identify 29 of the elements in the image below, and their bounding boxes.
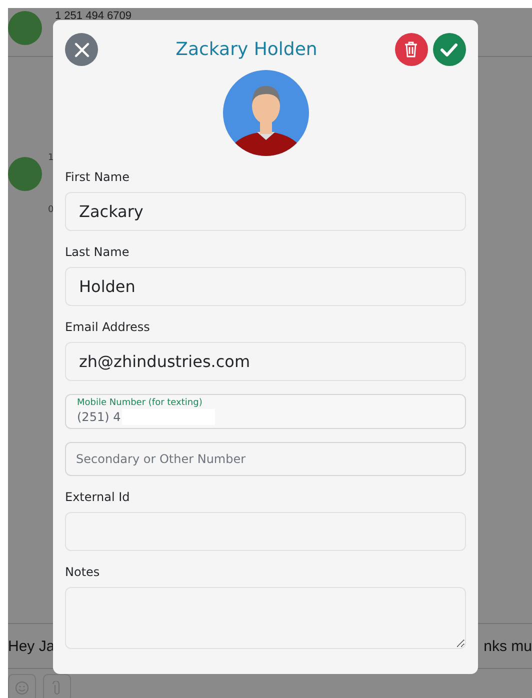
field-value: (251) 4 — [77, 409, 121, 425]
floating-label: Mobile Number (for texting) — [77, 398, 204, 409]
paperclip-icon — [52, 681, 62, 695]
contact-avatar — [8, 11, 42, 45]
emoji-button[interactable] — [8, 674, 36, 698]
dialog-title: Zackary Holden — [176, 39, 318, 60]
field-label: External Id — [65, 490, 131, 504]
contact-phone: 1 251 494 6709 — [55, 11, 132, 22]
input-field[interactable]: Mobile Number (for texting) (251) 4 — [65, 394, 466, 429]
message-text: nks mu — [484, 638, 532, 654]
notes-field[interactable] — [65, 587, 466, 649]
field-label: Last Name — [65, 245, 130, 259]
contact-text-fragment: 1 — [48, 153, 54, 163]
field-label: Notes — [65, 565, 101, 579]
input-field[interactable]: zh@zhindustries.com — [65, 342, 466, 381]
field-label: First Name — [65, 170, 130, 184]
input-field[interactable]: Zackary — [65, 192, 466, 231]
field-label: Email Address — [65, 320, 151, 334]
check-icon — [440, 42, 458, 56]
input-field[interactable]: Secondary or Other Number — [65, 442, 466, 476]
contact-avatar — [8, 157, 42, 191]
smiley-icon — [15, 681, 29, 695]
trash-icon — [404, 41, 418, 58]
contact-text-fragment: 0 — [48, 205, 54, 215]
close-button[interactable] — [65, 33, 98, 66]
input-field[interactable]: Holden — [65, 267, 466, 306]
close-icon — [74, 42, 90, 58]
save-button[interactable] — [432, 33, 466, 66]
delete-button[interactable] — [394, 33, 428, 66]
